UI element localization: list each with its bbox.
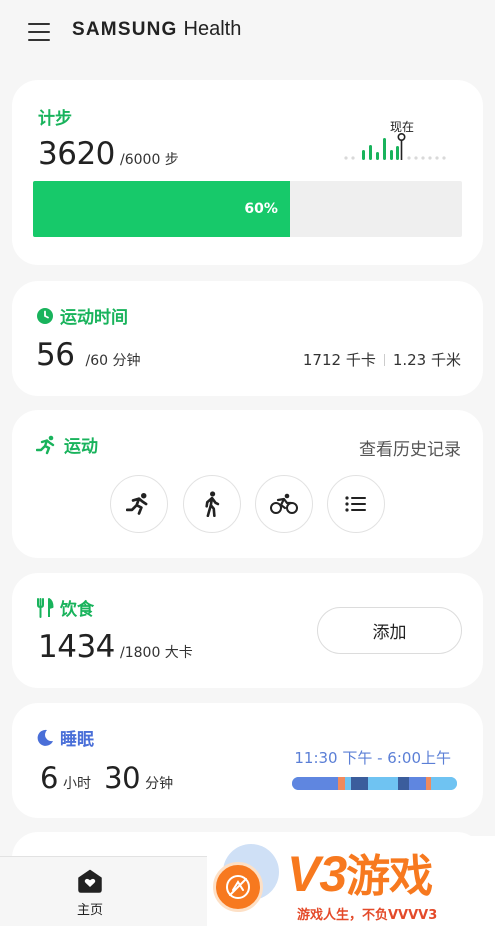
watermark-slogan: 游戏人生，不负VVVV3 <box>297 908 438 923</box>
distance: 1.23 千米 <box>392 351 461 369</box>
exercise-card[interactable]: 运动 查看历史记录 <box>12 410 483 558</box>
food-value: 1434 <box>38 629 115 665</box>
walking-icon <box>205 491 220 517</box>
running-icon <box>126 493 148 515</box>
game-controller-icon <box>226 875 250 899</box>
food-header: 饮食 <box>36 595 94 620</box>
food-calories: 1434 /1800 大卡 <box>38 629 193 665</box>
top-bar: SAMSUNG Health <box>0 0 495 64</box>
active-goal: /60 分钟 <box>85 353 141 369</box>
sleep-minutes: 30 <box>104 761 141 795</box>
nav-home[interactable]: 主页 <box>62 869 118 918</box>
add-food-button[interactable]: 添加 <box>317 607 462 654</box>
sleep-header: 睡眠 <box>36 725 94 750</box>
watermark-brand: V3 <box>287 846 347 902</box>
active-time-header: 运动时间 <box>36 303 128 328</box>
clock-icon <box>37 307 53 324</box>
nav-home-label: 主页 <box>76 903 103 918</box>
active-time-value: 56 /60 分钟 <box>36 337 141 373</box>
steps-card[interactable]: 计步 3620 /6000 步 现在 60% <box>12 80 483 265</box>
food-card[interactable]: 饮食 1434 /1800 大卡 添加 <box>12 573 483 688</box>
active-time-card[interactable]: 运动时间 56 /60 分钟 1712 千卡 1.23 千米 <box>12 281 483 396</box>
view-history-link[interactable]: 查看历史记录 <box>359 435 461 460</box>
active-minutes: 56 <box>36 337 75 373</box>
steps-label: 计步 <box>38 109 72 129</box>
moon-icon <box>37 729 53 746</box>
running-person-icon <box>36 435 55 454</box>
sleep-hours-unit: 小时 <box>63 776 92 792</box>
food-goal: /1800 大卡 <box>120 645 193 661</box>
fork-knife-icon <box>37 597 54 618</box>
steps-value: 3620 <box>38 136 115 172</box>
now-label: 现在 <box>390 120 414 134</box>
sleep-minutes-unit: 分钟 <box>145 776 174 792</box>
active-time-label: 运动时间 <box>60 308 128 328</box>
list-icon <box>345 496 366 512</box>
sleep-card[interactable]: 睡眠 6 小时 30 分钟 11:30 下午 - 6:00上午 <box>12 703 483 818</box>
steps-header: 计步 <box>38 104 72 129</box>
watermark: V3游戏 游戏人生，不负VVVV3 <box>207 836 495 926</box>
food-label: 饮食 <box>60 600 94 620</box>
watermark-name: 游戏 <box>346 851 433 902</box>
exercise-header: 运动 <box>36 432 98 457</box>
product-name: Health <box>183 18 242 40</box>
sleep-hours: 6 <box>40 761 58 795</box>
hourly-bars <box>362 138 399 160</box>
steps-count: 3620 /6000 步 <box>38 136 179 172</box>
watermark-logo <box>213 862 263 912</box>
sleep-duration: 6 小时 30 分钟 <box>40 761 173 795</box>
steps-progress-percent: 60% <box>244 201 278 217</box>
calories-burned: 1712 千卡 <box>302 351 376 369</box>
brand-name: SAMSUNG <box>72 19 178 40</box>
running-button[interactable] <box>110 475 168 533</box>
exercise-label: 运动 <box>64 437 98 457</box>
walking-button[interactable] <box>183 475 241 533</box>
sleep-stages-bar <box>292 777 457 790</box>
watermark-title: V3游戏 <box>287 840 433 904</box>
steps-hourly-chart: 现在 <box>344 120 446 160</box>
hamburger-menu-icon[interactable] <box>26 20 52 44</box>
app-title: SAMSUNG Health <box>72 18 241 41</box>
sleep-label: 睡眠 <box>60 730 94 750</box>
home-heart-icon <box>78 869 102 893</box>
active-stats: 1712 千卡 1.23 千米 <box>303 349 461 370</box>
list-button[interactable] <box>327 475 385 533</box>
steps-progress-bar: 60% <box>33 181 462 237</box>
steps-goal: /6000 步 <box>120 152 179 168</box>
cycling-icon <box>270 493 298 514</box>
cycling-button[interactable] <box>255 475 313 533</box>
sleep-time-range: 11:30 下午 - 6:00上午 <box>294 749 451 767</box>
stats-divider <box>383 353 385 366</box>
